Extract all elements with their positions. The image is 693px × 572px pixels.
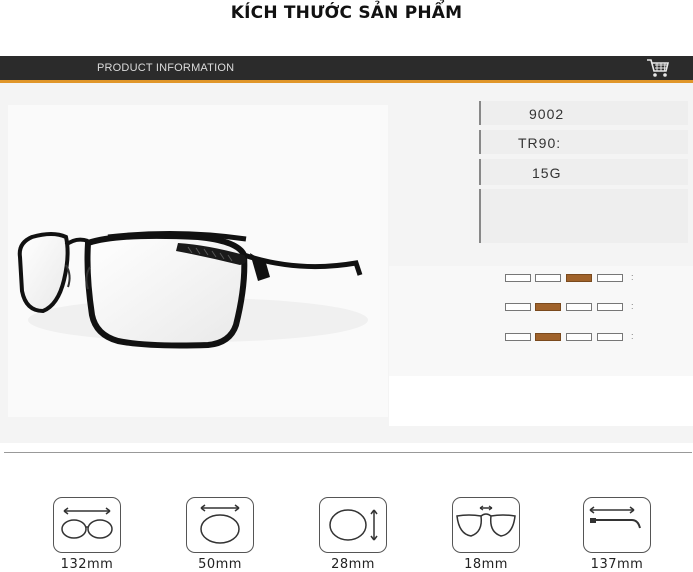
level-segment <box>535 303 561 311</box>
level-tail: : <box>631 331 634 341</box>
rating-levels: : : : <box>389 266 693 376</box>
dimension-bridge-width: 18mm <box>451 497 521 572</box>
level-segment <box>505 333 531 341</box>
level-tail: : <box>631 272 634 282</box>
spec-row-empty <box>479 189 688 243</box>
dimension-lens-width: 50mm <box>185 497 255 572</box>
lens-width-icon <box>186 497 254 553</box>
dimension-label: 50mm <box>198 557 242 572</box>
level-segment <box>566 274 592 282</box>
dimension-temple-length: 137mm <box>582 497 652 572</box>
level-segment <box>597 274 623 282</box>
product-info-label: PRODUCT INFORMATION <box>97 62 235 74</box>
spec-weight-value: 15G <box>532 165 562 181</box>
temple-length-icon <box>583 497 651 553</box>
bridge-width-icon <box>452 497 520 553</box>
level-segment <box>566 303 592 311</box>
level-segment <box>505 303 531 311</box>
dimension-lens-height: 28mm <box>318 497 388 572</box>
level-segment <box>505 274 531 282</box>
shopping-cart-icon[interactable] <box>646 58 670 78</box>
dimension-total-width: 132mm <box>52 497 122 572</box>
dimension-label: 132mm <box>60 557 114 572</box>
dimension-label: 18mm <box>464 557 508 572</box>
level-segment <box>597 333 623 341</box>
level-tail: : <box>631 301 634 311</box>
section-divider <box>4 452 692 453</box>
spec-material-value: TR90: <box>518 135 562 151</box>
spec-model-value: 9002 <box>529 106 565 122</box>
glasses-illustration <box>17 230 368 349</box>
level-segment <box>535 274 561 282</box>
product-info-panel: 9002 TR90: 15G : : : <box>0 83 693 443</box>
page-title: KÍCH THƯỚC SẢN PHẨM <box>230 3 463 23</box>
spec-row-model: 9002 <box>479 101 688 125</box>
spec-row-weight: 15G <box>479 159 688 185</box>
level-segment <box>597 303 623 311</box>
total-width-icon <box>53 497 121 553</box>
lens-height-icon <box>319 497 387 553</box>
product-info-header: PRODUCT INFORMATION <box>0 56 693 83</box>
blank-panel <box>389 376 693 426</box>
level-segment <box>566 333 592 341</box>
dimension-label: 137mm <box>590 557 644 572</box>
level-segment <box>535 333 561 341</box>
spec-row-material: TR90: <box>479 130 688 154</box>
dimension-label: 28mm <box>331 557 375 572</box>
glasses-photo <box>8 105 388 417</box>
